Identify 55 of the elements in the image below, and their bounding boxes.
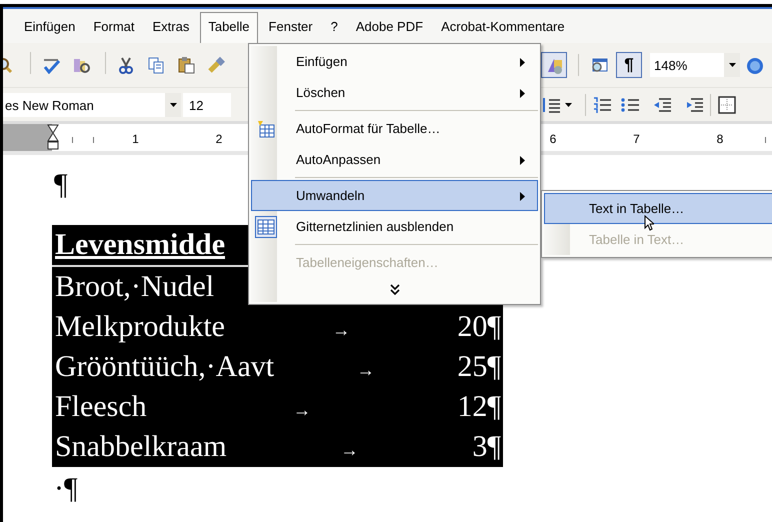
drawing-icon[interactable]: [541, 52, 567, 78]
caret-icon[interactable]: [170, 102, 176, 106]
font-name-field[interactable]: es New Roman: [3, 92, 165, 116]
menu-item[interactable]: Text in Tabelle…: [544, 193, 772, 224]
row-text: Grööntüüch,·Aavt: [54, 349, 274, 385]
row-text: Fleesch: [54, 389, 147, 425]
menu-item[interactable]: Format: [86, 9, 142, 43]
ruler-margin: [3, 124, 52, 151]
indent-marker-icon[interactable]: [47, 124, 59, 150]
mouse-pointer-icon: [644, 215, 654, 231]
caret-icon[interactable]: [728, 63, 736, 67]
value-text: 12¶: [457, 389, 502, 425]
tab-mark: →: [293, 400, 312, 420]
borders-icon[interactable]: [718, 96, 736, 114]
menu-item[interactable]: Adobe PDF: [348, 9, 430, 43]
help-icon[interactable]: [746, 56, 764, 75]
menu-item[interactable]: Löschen: [251, 77, 538, 108]
dropdown-button[interactable]: [165, 92, 181, 116]
paragraph-mark: ¶: [53, 167, 68, 203]
formatting-marks-button[interactable]: ¶: [616, 52, 642, 78]
tab-mark: →: [356, 360, 375, 380]
submenu-arrow-icon: [520, 88, 525, 98]
numbering-icon[interactable]: [593, 96, 611, 114]
tab-mark: →: [340, 440, 358, 460]
dropdown-button[interactable]: [724, 53, 740, 77]
increase-indent-icon[interactable]: [685, 96, 703, 114]
menu-item[interactable]: Acrobat-Kommentare: [434, 9, 572, 43]
heading-text: Levensmidde: [54, 227, 226, 263]
row-text: Broot,·Nudel: [54, 269, 214, 305]
autoformat-icon: [257, 120, 275, 138]
menu-item[interactable]: Einfügen: [17, 9, 82, 43]
menu-item[interactable]: Fenster: [262, 9, 320, 43]
menu-item[interactable]: ?: [324, 9, 345, 43]
decrease-indent-icon[interactable]: [653, 96, 671, 114]
row-text: Snabbelkraam: [54, 429, 227, 465]
line-spacing-icon[interactable]: [541, 96, 561, 114]
value-text: 20¶: [457, 309, 502, 345]
expand-icon[interactable]: [390, 284, 400, 296]
row-text: Melkprodukte: [54, 309, 225, 345]
bullets-icon[interactable]: [621, 96, 639, 114]
submenu-arrow-icon: [520, 156, 525, 165]
value-text: 25¶: [457, 349, 502, 385]
font-size-field[interactable]: 12: [183, 92, 231, 116]
menu-item[interactable]: Tabelle: [200, 12, 258, 43]
zoom-field[interactable]: 148%: [650, 53, 724, 77]
menu-item[interactable]: Gitternetzlinien ausblenden: [251, 211, 538, 242]
menu-item[interactable]: Umwandeln: [251, 180, 538, 211]
menu-item[interactable]: Einfügen: [251, 46, 538, 77]
tab-mark: →: [332, 320, 350, 340]
menu-item[interactable]: Extras: [146, 9, 196, 43]
paragraph-mark: ·¶: [53, 471, 78, 507]
caret-icon[interactable]: [565, 103, 572, 108]
submenu-arrow-icon: [520, 58, 525, 67]
submenu-arrow-icon: [520, 192, 525, 201]
value-text: 3¶: [472, 429, 502, 465]
